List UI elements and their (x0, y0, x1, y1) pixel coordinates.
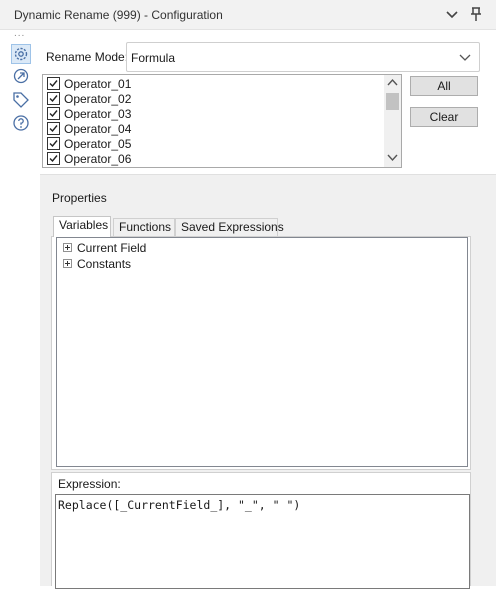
checkbox[interactable] (47, 92, 60, 105)
checkbox[interactable] (47, 152, 60, 165)
expression-label: Expression: (58, 477, 121, 491)
checkbox[interactable] (47, 137, 60, 150)
properties-title: Properties (52, 191, 107, 205)
scroll-thumb[interactable] (386, 93, 399, 110)
scroll-down-icon[interactable] (387, 154, 398, 162)
checkbox[interactable] (47, 107, 60, 120)
connection-icon[interactable] (12, 67, 32, 87)
clear-button[interactable]: Clear (410, 107, 478, 127)
operator-label: Operator_05 (64, 137, 132, 151)
title-bar: Dynamic Rename (999) - Configuration (0, 0, 496, 30)
tag-icon[interactable] (12, 91, 32, 111)
scroll-up-icon[interactable] (387, 78, 398, 86)
gear-icon[interactable] (11, 44, 31, 64)
expand-plus-icon[interactable] (63, 243, 72, 252)
variables-tree[interactable]: Current Field Constants (56, 237, 468, 467)
list-item[interactable]: Operator_05 (47, 136, 377, 151)
list-scrollbar[interactable] (384, 75, 401, 167)
expression-section: Expression: Replace([_CurrentField_], "_… (51, 472, 471, 589)
window-title: Dynamic Rename (999) - Configuration (14, 8, 223, 22)
help-icon[interactable] (12, 114, 32, 134)
select-all-button[interactable]: All (410, 76, 478, 96)
checkbox[interactable] (47, 122, 60, 135)
tree-node-label: Current Field (77, 241, 147, 255)
list-item[interactable]: Operator_02 (47, 91, 377, 106)
list-item[interactable]: Operator_04 (47, 121, 377, 136)
expression-editor[interactable]: Replace([_CurrentField_], "_", " ") (55, 494, 470, 589)
collapse-chevron-icon[interactable] (444, 6, 460, 22)
operator-label: Operator_03 (64, 107, 132, 121)
rename-mode-value: Formula (131, 51, 176, 65)
chevron-down-icon (459, 51, 471, 63)
properties-panel: Properties Variables Functions Saved Exp… (40, 182, 496, 589)
tree-node-label: Constants (77, 257, 132, 271)
tab-variables[interactable]: Variables (53, 216, 111, 237)
operator-label: Operator_06 (64, 152, 132, 166)
list-item[interactable]: Operator_03 (47, 106, 377, 121)
tab-saved-expressions[interactable]: Saved Expressions (175, 218, 284, 236)
list-item[interactable]: Operator_01 (47, 76, 377, 91)
rename-mode-label: Rename Mode: (46, 50, 129, 64)
operator-label: Operator_01 (64, 77, 132, 91)
list-item[interactable]: Operator_06 (47, 151, 377, 166)
checkbox[interactable] (47, 77, 60, 90)
operator-label: Operator_04 (64, 122, 132, 136)
variables-tab-content: Current Field Constants (51, 236, 471, 470)
rename-mode-select[interactable]: Formula (126, 42, 480, 72)
expand-plus-icon[interactable] (63, 259, 72, 268)
operator-checklist[interactable]: Operator_01 Operator_02 Operator_03 Oper… (42, 74, 402, 168)
overflow-dots: ... (14, 28, 26, 39)
pin-icon[interactable] (468, 6, 484, 22)
section-divider (40, 174, 496, 182)
tab-functions[interactable]: Functions (113, 218, 175, 236)
operator-label: Operator_02 (64, 92, 132, 106)
